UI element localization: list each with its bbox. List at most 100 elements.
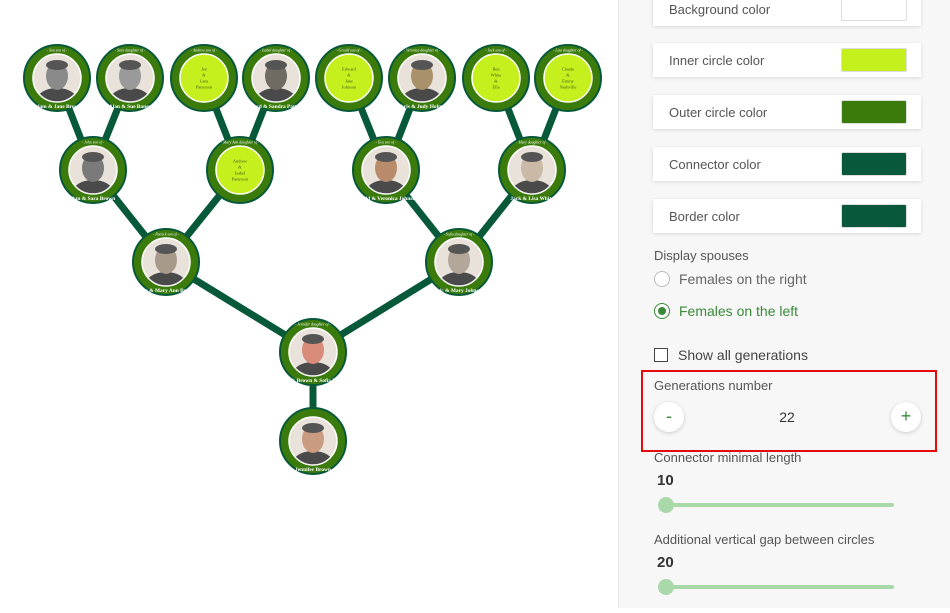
vertical-gap-label: Additional vertical gap between circles	[654, 532, 875, 547]
relation-label: - John son of -	[82, 141, 105, 145]
tree-node-g3[interactable]: Joe&LanaPatterson - Andrew son of -	[170, 44, 238, 112]
tree-node-g4[interactable]: - Isabel daughter of - Richard & Sandra P…	[242, 44, 310, 112]
relation-label: - Veronica daughter of -	[404, 49, 441, 53]
person-name-label: Chris & Judy Holmes	[397, 104, 447, 110]
show-all-generations-checkbox-row[interactable]: Show all generations	[654, 347, 808, 363]
background-color-row[interactable]: Background color	[653, 0, 921, 26]
border-color-label: Border color	[669, 208, 740, 224]
inner-name-text: White	[491, 73, 502, 78]
inner-name-text: Johnson	[342, 85, 357, 90]
inner-name-text: Nashville	[560, 85, 577, 90]
inner-name-text: &	[202, 73, 206, 78]
relation-label: - Isabel daughter of -	[260, 49, 293, 53]
person-name-label: John & Mary Ann Brown	[136, 288, 195, 294]
inner-name-text: &	[347, 73, 351, 78]
vertical-gap-value: 20	[657, 554, 674, 571]
person-name-label: Dan & Sara Brown	[71, 196, 115, 202]
relation-label: - Son son of -	[47, 49, 68, 53]
relation-label: - Andrew son of -	[191, 49, 218, 53]
relation-label: - Patrick son of -	[153, 233, 179, 237]
radio-button[interactable]	[654, 271, 670, 287]
show-all-generations-label: Show all generations	[678, 347, 808, 363]
relation-label: - Sofia daughter of -	[444, 233, 476, 237]
relation-label: - Jack son of -	[485, 49, 507, 53]
inner-name-text: Isabel	[235, 171, 246, 176]
tree-node-s1[interactable]: - Jennifer daughter of - Patrick Brown & …	[278, 318, 348, 386]
relation-label: - Mary daughter of -	[516, 141, 548, 145]
generations-increment-button[interactable]: +	[891, 402, 921, 432]
tree-node-p2[interactable]: Andrew&IsabelPatterson - Mary Ann daughte…	[206, 136, 274, 204]
tree-node-g2[interactable]: - Sara daughter of - Alan & Sue Bange	[96, 44, 164, 112]
show-all-generations-checkbox[interactable]	[654, 348, 668, 362]
inner-name-text: Patterson	[196, 85, 213, 90]
person-name-label: Gerald & Veronica Johnson	[354, 196, 418, 202]
outer-circle-color-swatch[interactable]	[841, 100, 907, 124]
radio-button-selected[interactable]	[654, 303, 670, 319]
outer-circle-color-row[interactable]: Outer circle color	[653, 95, 921, 129]
relation-label: - Lisa daughter of -	[553, 49, 583, 53]
person-name-label: Richard & Sandra Patterson	[243, 104, 309, 110]
tree-node-g5[interactable]: Edward&JaneJohnson - Gerald son of -	[315, 44, 383, 112]
connector-min-length-slider-track[interactable]	[664, 503, 894, 507]
tree-node-p1[interactable]: - John son of - Dan & Sara Brown	[59, 136, 127, 204]
generations-decrement-button[interactable]: -	[654, 402, 684, 432]
tree-node-p4[interactable]: - Mary daughter of - Jack & Lisa White	[498, 136, 566, 204]
inner-circle-color-swatch[interactable]	[841, 48, 907, 72]
tree-node-g6[interactable]: - Veronica daughter of - Chris & Judy Hol…	[388, 44, 456, 112]
tree-node-c1[interactable]: - Patrick son of - John & Mary Ann Brown	[132, 228, 200, 296]
tree-node-c2[interactable]: - Sofia daughter of - Eric & Mary Johnson	[425, 228, 493, 296]
relation-label: - Eva son of -	[376, 141, 397, 145]
inner-name-text: Joe	[201, 67, 207, 72]
generations-value: 22	[779, 409, 795, 425]
inner-name-text: Ben	[492, 67, 500, 72]
tree-node-r1[interactable]: Jennifer Brown	[279, 407, 347, 475]
inner-name-text: Emmy	[562, 79, 575, 84]
inner-name-text: Patterson	[232, 177, 249, 182]
tree-node-g7[interactable]: BenWhite&Ella - Jack son of -	[462, 44, 530, 112]
connector-min-length-slider-thumb[interactable]	[658, 497, 674, 513]
connector-min-length-value: 10	[657, 472, 674, 489]
inner-circle-color-row[interactable]: Inner circle color	[653, 43, 921, 77]
border-color-swatch[interactable]	[841, 204, 907, 228]
connector-color-swatch[interactable]	[841, 152, 907, 176]
inner-name-text: &	[238, 165, 242, 170]
inner-name-text: Jane	[345, 79, 353, 84]
person-name-label: Jack & Lisa White	[510, 196, 554, 202]
relation-label: - Jennifer daughter of -	[295, 323, 331, 327]
inner-name-text: Claude	[562, 67, 574, 72]
inner-name-text: Lana	[200, 79, 209, 84]
family-tree-canvas: - Son son of - Adam & Jane Brown - Sara da…	[0, 0, 618, 608]
inner-name-text: Edward	[342, 67, 356, 72]
radio-females-right[interactable]: Females on the right	[654, 271, 807, 287]
person-name-label: Alan & Sue Bange	[109, 104, 152, 110]
border-color-row[interactable]: Border color	[653, 199, 921, 233]
vertical-gap-slider-track[interactable]	[664, 585, 894, 589]
inner-name-text: Andrew	[233, 159, 248, 164]
inner-name-text: &	[566, 73, 570, 78]
relation-label: - Sara daughter of -	[115, 49, 146, 53]
generations-number-label: Generations number	[654, 378, 773, 393]
background-color-swatch[interactable]	[841, 0, 907, 21]
person-name-label: Adam & Jane Brown	[33, 104, 82, 110]
outer-circle-color-label: Outer circle color	[669, 104, 768, 120]
tree-node-p3[interactable]: - Eva son of - Gerald & Veronica Johnson	[352, 136, 420, 204]
inner-circle-color-label: Inner circle color	[669, 52, 765, 68]
relation-label: - Mary Ann daughter of -	[221, 141, 260, 145]
person-name-label: Patrick Brown & Sofia Brown	[278, 378, 348, 384]
tree-node-g1[interactable]: - Son son of - Adam & Jane Brown	[23, 44, 91, 112]
settings-panel: Background color Inner circle color Oute…	[618, 0, 950, 608]
radio-label: Females on the left	[679, 303, 799, 319]
radio-females-left[interactable]: Females on the left	[654, 303, 798, 319]
connector-color-label: Connector color	[669, 156, 761, 172]
connector-color-row[interactable]: Connector color	[653, 147, 921, 181]
tree-node-g8[interactable]: Claude&EmmyNashville - Lisa daughter of -	[534, 44, 602, 112]
display-spouses-label: Display spouses	[654, 248, 749, 263]
inner-name-text: Ella	[492, 85, 499, 90]
vertical-gap-slider-thumb[interactable]	[658, 579, 674, 595]
person-name-label: Eric & Mary Johnson	[434, 288, 484, 294]
background-color-label: Background color	[669, 1, 771, 17]
inner-name-text: &	[494, 79, 498, 84]
relation-label: - Gerald son of -	[336, 49, 362, 53]
connector-min-length-label: Connector minimal length	[654, 450, 802, 465]
family-tree-svg: - Son son of - Adam & Jane Brown - Sara da…	[23, 44, 602, 475]
